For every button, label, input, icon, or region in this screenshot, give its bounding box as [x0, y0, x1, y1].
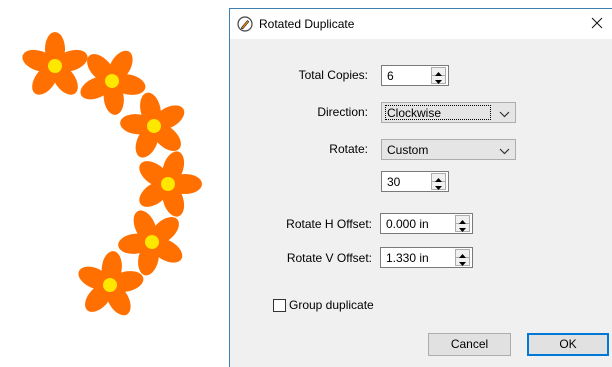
- total-copies-down-button[interactable]: [432, 76, 445, 84]
- spin-down-icon: [459, 221, 466, 235]
- rotate-angle-stepper[interactable]: 30: [381, 171, 449, 192]
- pencil-icon: [237, 16, 253, 32]
- flower-copy-1[interactable]: [19, 32, 91, 100]
- rotate-angle-value: 30: [387, 175, 401, 189]
- spin-down-icon: [435, 73, 442, 87]
- total-copies-spin: [431, 67, 446, 84]
- rotate-angle-spin: [431, 173, 446, 190]
- rotate-h-offset-stepper[interactable]: 0.000 in: [380, 213, 473, 234]
- total-copies-label: Total Copies:: [298, 68, 368, 82]
- dialog-title: Rotated Duplicate: [259, 17, 355, 31]
- rotate-v-offset-stepper[interactable]: 1.330 in: [380, 247, 473, 268]
- rotate-label: Rotate:: [329, 142, 368, 156]
- ok-button[interactable]: OK: [527, 333, 609, 356]
- direction-label: Direction:: [317, 105, 368, 119]
- rotate-angle-down-button[interactable]: [432, 182, 445, 190]
- spin-down-icon: [459, 255, 466, 269]
- direction-value: Clockwise: [387, 106, 442, 120]
- group-duplicate-label[interactable]: Group duplicate: [289, 298, 374, 312]
- rotate-v-offset-label: Rotate V Offset:: [286, 251, 372, 265]
- total-copies-value: 6: [387, 69, 394, 83]
- rotate-v-offset-value: 1.330 in: [386, 251, 429, 265]
- total-copies-stepper[interactable]: 6: [381, 65, 449, 86]
- cancel-button[interactable]: Cancel: [428, 333, 511, 356]
- close-button[interactable]: [582, 9, 612, 39]
- spin-down-icon: [435, 179, 442, 193]
- rotate-h-offset-value: 0.000 in: [386, 217, 429, 231]
- rotated-duplicate-dialog: Rotated Duplicate Total Copies: 6 Direct…: [229, 8, 612, 367]
- rotate-v-offset-down-button[interactable]: [456, 258, 469, 266]
- close-icon: [591, 17, 603, 32]
- rotate-v-offset-spin: [455, 249, 470, 266]
- chevron-down-icon: [499, 145, 510, 155]
- rotate-h-offset-down-button[interactable]: [456, 224, 469, 232]
- rotate-value: Custom: [387, 143, 429, 157]
- rotate-h-offset-label: Rotate H Offset:: [286, 217, 372, 231]
- rotate-h-offset-spin: [455, 215, 470, 232]
- group-duplicate-checkbox[interactable]: [273, 299, 286, 312]
- dialog-titlebar: Rotated Duplicate: [230, 9, 612, 39]
- chevron-down-icon: [499, 108, 510, 118]
- direction-select[interactable]: Clockwise: [381, 102, 516, 123]
- flower-copy-4[interactable]: [134, 148, 202, 220]
- rotate-select[interactable]: Custom: [381, 139, 516, 160]
